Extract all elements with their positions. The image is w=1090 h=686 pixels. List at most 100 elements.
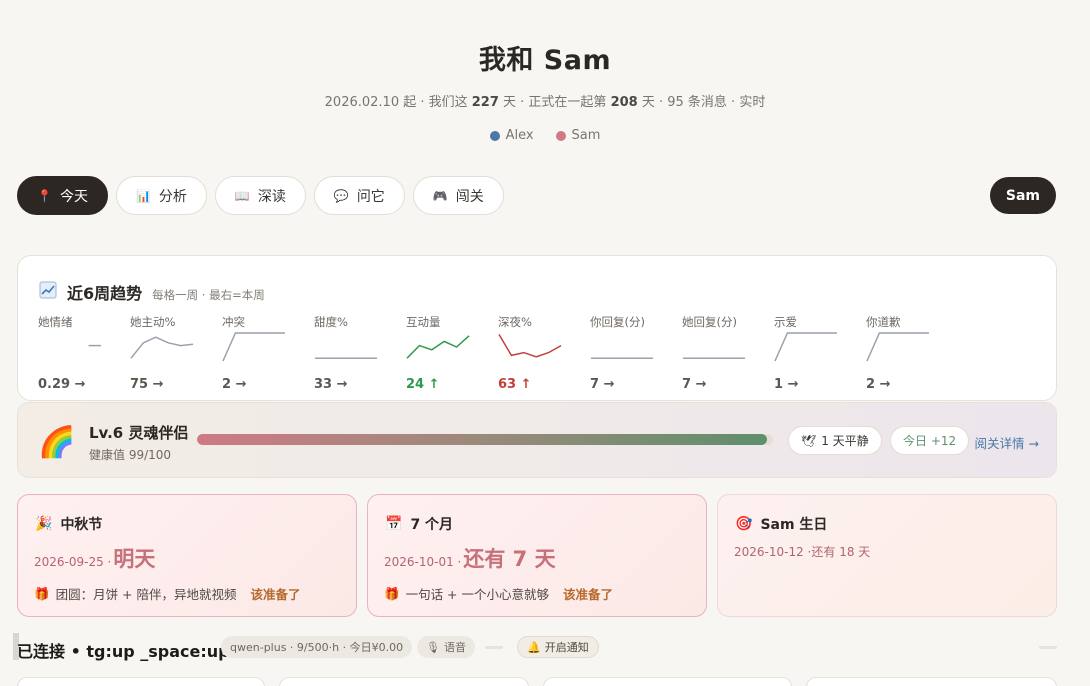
event-warning: 该准备了 <box>250 587 301 602</box>
trend-header: 近6周趋势 每格一周 · 最右=本周 <box>39 280 265 304</box>
enable-notifications-button[interactable]: 🔔 开启通知 <box>517 636 599 658</box>
model-usage-pill: qwen-plus · 9/500·h · 今日¥0.00 <box>221 636 413 658</box>
event-title: Sam 生日 <box>760 517 828 533</box>
tab-label: 闯关 <box>455 188 484 205</box>
metric-label: 她情绪 <box>38 315 73 329</box>
event-card-7-months[interactable]: 📅 7 个月 2026-10-01 · 还有 7 天 🎁 一句话 + 一个小心意… <box>367 494 707 617</box>
metric-value: 2 → <box>866 377 891 392</box>
legend-label: Alex <box>505 128 534 143</box>
metric-value: 63 ↑ <box>498 377 532 392</box>
bottom-card <box>17 677 265 686</box>
sparkline-path <box>498 334 562 358</box>
metric-7: 她回复(分) 7 → <box>682 314 774 392</box>
trend-chart-icon <box>39 281 57 303</box>
metric-3: 甜度% 33 → <box>314 314 406 392</box>
relationship-summary: 2026.02.10 起 · 我们这 227 天 · 正式在一起第 208 天 … <box>0 91 1090 110</box>
chip-label: 1 天平静 <box>821 434 869 448</box>
divider <box>485 646 503 649</box>
microphone-icon: 🎙 <box>426 640 440 654</box>
tab-challenge[interactable]: 🎮 闯关 <box>412 176 504 215</box>
event-date-line: 2026-10-01 · 还有 7 天 <box>384 543 556 573</box>
calm-days-chip: 🕊 1 天平静 <box>788 426 882 455</box>
event-header: 🎉 中秋节 <box>35 514 102 534</box>
profile-switch-button[interactable]: Sam <box>989 177 1056 214</box>
bottom-card <box>279 677 529 686</box>
metric-sparkline <box>866 332 929 362</box>
metric-label: 示爱 <box>774 315 797 329</box>
event-warning: 该准备了 <box>563 587 614 602</box>
gamepad-icon: 🎮 <box>432 188 448 203</box>
bell-icon: 🔔 <box>527 640 541 654</box>
tab-label: 问它 <box>356 188 385 205</box>
metric-label: 深夜% <box>498 315 532 329</box>
metric-label: 她主动% <box>130 315 176 329</box>
summary-text-2: 天 · 正式在一起第 <box>498 95 611 110</box>
level-detail-link[interactable]: 阅关详情 → <box>975 433 1039 452</box>
start-date: 2026.02.10 <box>324 95 400 110</box>
event-note: 🎁 一句话 + 一个小心意就够 该准备了 <box>384 584 613 603</box>
metric-sparkline <box>498 334 562 358</box>
target-icon: 🎯 <box>735 516 753 532</box>
tab-bar: 📍 今天 📊 分析 📖 深读 💬 问它 🎮 闯关 <box>17 176 1056 215</box>
party-popper-icon: 🎉 <box>35 516 53 532</box>
dove-icon: 🕊 <box>801 433 817 448</box>
metric-6: 你回复(分) 7 → <box>590 314 682 392</box>
days-total: 227 <box>471 95 499 110</box>
metric-sparkline <box>683 357 745 359</box>
trend-title: 近6周趋势 <box>67 284 143 303</box>
rainbow-icon: 🌈 <box>38 425 76 460</box>
metric-value: 7 → <box>590 377 615 392</box>
event-countdown: 明天 <box>113 547 156 571</box>
days-official: 208 <box>610 95 638 110</box>
summary-text-3: 天 · 95 条消息 · 实时 <box>637 95 766 110</box>
metric-label: 你道歉 <box>866 315 901 329</box>
bottom-card <box>806 677 1057 686</box>
tab-ask[interactable]: 💬 问它 <box>313 176 405 215</box>
event-title: 中秋节 <box>60 517 103 533</box>
pin-icon: 📍 <box>37 188 52 203</box>
metric-4: 互动量 24 ↑ <box>406 314 498 392</box>
tab-label: 今天 <box>59 188 88 205</box>
metric-1: 她主动% 75 → <box>130 314 222 392</box>
metric-grid: 她情绪 0.29 → 她主动% 75 → 冲突 2 → 甜度% 33 → 互动量 24 ↑ 深夜% 6… <box>38 314 958 392</box>
connection-status: 已连接 • tg:up _space:up <box>17 642 230 661</box>
event-header: 📅 7 个月 <box>385 514 453 534</box>
metric-sparkline <box>130 336 194 359</box>
event-note-text: 团圆：月饼 + 陪伴，异地就视频 <box>55 587 237 602</box>
legend-dot-alex <box>489 130 500 141</box>
health-score: 健康值 99/100 <box>89 448 172 462</box>
legend-item-alex: Alex <box>489 128 534 143</box>
event-card-birthday[interactable]: 🎯 Sam 生日 2026-10-12 · 还有 18 天 <box>717 494 1057 617</box>
metric-2: 冲突 2 → <box>222 314 314 392</box>
status-bar: 已连接 • tg:up _space:up qwen-plus · 9/500·… <box>13 632 1057 662</box>
trend-card: 近6周趋势 每格一周 · 最右=本周 她情绪 0.29 → 她主动% 75 → 冲突 2 … <box>17 255 1057 401</box>
summary-text-1: 起 · 我们这 <box>399 95 472 110</box>
metric-sparkline <box>315 357 377 359</box>
level-progress-bar <box>197 434 773 445</box>
metric-9: 你道歉 2 → <box>866 314 958 392</box>
tab-analysis[interactable]: 📊 分析 <box>115 176 207 215</box>
metric-sparkline <box>774 332 837 362</box>
voice-button[interactable]: 🎙 语音 <box>417 636 475 658</box>
metric-5: 深夜% 63 ↑ <box>498 314 590 392</box>
event-title: 7 个月 <box>410 517 454 533</box>
trend-hint: 每格一周 · 最右=本周 <box>152 288 265 302</box>
calendar-icon: 📅 <box>385 516 403 532</box>
gift-icon: 🎁 <box>384 585 400 601</box>
event-date: 2026-10-01 · <box>384 555 462 569</box>
metric-label: 甜度% <box>314 315 348 329</box>
metric-0: 她情绪 0.29 → <box>38 314 130 392</box>
event-date-line: 2026-09-25 · 明天 <box>34 543 155 573</box>
voice-label: 语音 <box>443 641 466 654</box>
today-score-chip: 今日 +12 <box>890 426 970 455</box>
metric-label: 冲突 <box>222 315 245 329</box>
bottom-card <box>543 677 792 686</box>
metric-value: 0.29 → <box>38 377 86 392</box>
tab-today[interactable]: 📍 今天 <box>17 176 108 215</box>
metric-value: 2 → <box>222 377 247 392</box>
event-card-mid-autumn[interactable]: 🎉 中秋节 2026-09-25 · 明天 🎁 团圆：月饼 + 陪伴，异地就视频… <box>17 494 357 617</box>
metric-sparkline <box>406 335 470 359</box>
tab-deep-read[interactable]: 📖 深读 <box>214 176 306 215</box>
event-date: 2026-10-12 · <box>734 545 812 559</box>
legend-label: Sam <box>571 128 601 143</box>
